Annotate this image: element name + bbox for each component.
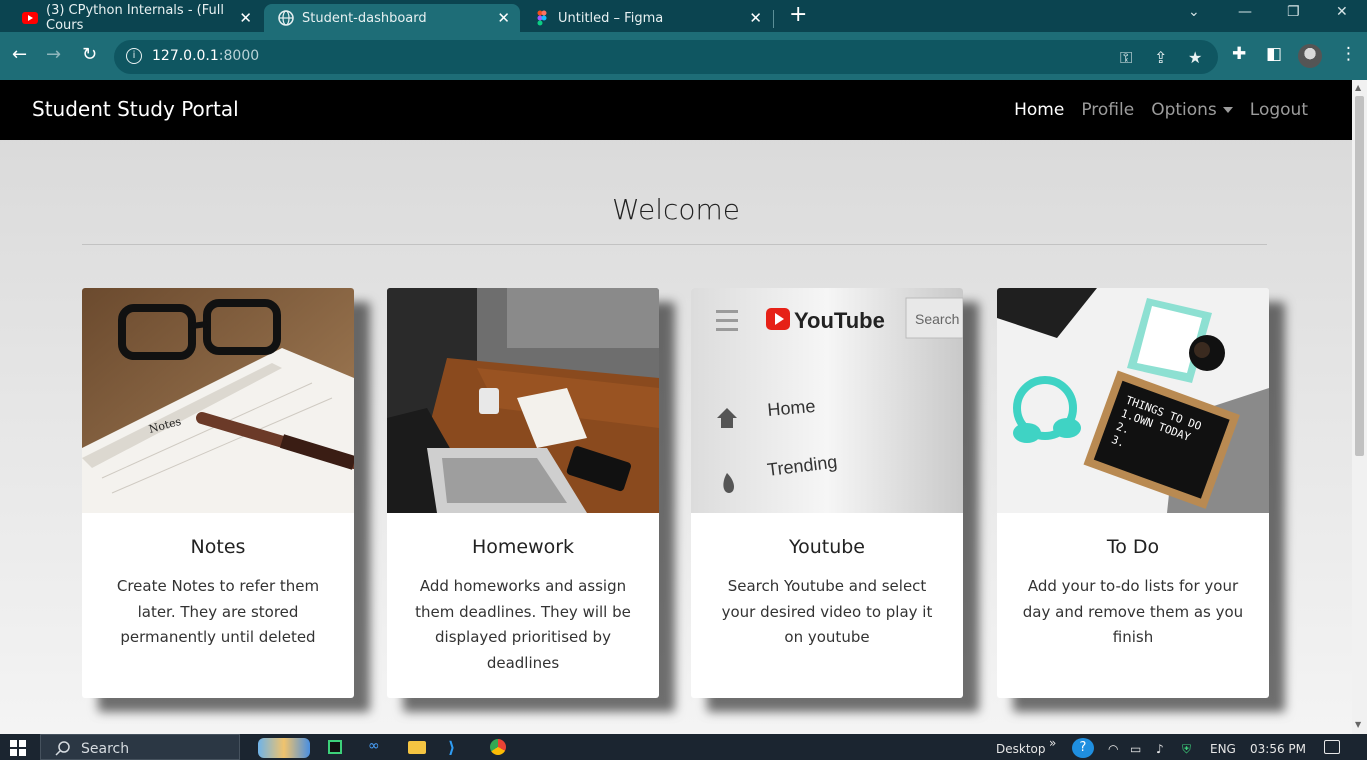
pycharm-icon[interactable] <box>328 740 342 754</box>
card-homework[interactable]: Homework Add homeworks and assign them d… <box>387 288 659 698</box>
caret-down-icon <box>1222 107 1233 113</box>
restore-icon[interactable]: ❐ <box>1287 4 1300 20</box>
address-bar[interactable]: i 127.0.0.1:8000 ⚿ ⇪ ★ <box>114 40 1218 74</box>
bookmark-star-icon[interactable]: ★ <box>1188 48 1202 67</box>
webpage: Student Study Portal Home Profile Option… <box>0 80 1352 734</box>
card-youtube[interactable]: YouTube Search Home Trending Youtube Sea… <box>691 288 963 698</box>
desktop-toolbar-label[interactable]: Desktop <box>996 742 1046 756</box>
close-tab-icon[interactable]: ✕ <box>497 9 510 27</box>
card-description: Add homeworks and assign them deadlines.… <box>415 577 631 672</box>
card-todo[interactable]: THINGS TO DO 1.OWN TODAY 2. 3. To Do Add… <box>997 288 1269 698</box>
tab-figma[interactable]: Untitled – Figma ✕ <box>522 4 772 32</box>
widgets-icon[interactable] <box>258 738 310 758</box>
profile-avatar[interactable] <box>1298 44 1322 68</box>
volume-icon[interactable]: ♪ <box>1156 742 1164 756</box>
key-icon[interactable]: ⚿ <box>1120 48 1132 68</box>
tab-title: (3) CPython Internals - (Full Cours <box>46 3 224 33</box>
youtube-logo-text: YouTube <box>794 308 885 333</box>
divider <box>82 244 1267 245</box>
site-navbar: Student Study Portal Home Profile Option… <box>0 80 1352 140</box>
youtube-image: YouTube Search Home Trending <box>691 288 963 513</box>
battery-icon[interactable]: ▭ <box>1130 742 1141 756</box>
card-notes[interactable]: Notes Notes Create Notes to refer them l… <box>82 288 354 698</box>
nav-home[interactable]: Home <box>1014 100 1064 120</box>
window-close-icon[interactable]: ✕ <box>1336 4 1348 20</box>
share-icon[interactable]: ⇪ <box>1154 48 1167 67</box>
nav-logout[interactable]: Logout <box>1250 100 1308 120</box>
reload-icon[interactable]: ↻ <box>82 44 97 66</box>
browser-toolbar: ← → ↻ i 127.0.0.1:8000 ⚿ ⇪ ★ ✚ ◧ ⋮ <box>0 32 1367 80</box>
scrollbar-thumb[interactable] <box>1355 96 1364 456</box>
page-title: Welcome <box>611 193 741 226</box>
chrome-icon[interactable] <box>490 739 506 755</box>
side-panel-icon[interactable]: ◧ <box>1266 44 1282 64</box>
url-text[interactable]: 127.0.0.1:8000 <box>152 48 259 64</box>
card-title: Youtube <box>789 536 865 558</box>
taskbar-search-label: Search <box>81 741 130 757</box>
tab-separator <box>773 10 774 28</box>
tab-title: Untitled – Figma <box>558 10 664 26</box>
youtube-icon <box>22 12 38 24</box>
extensions-icon[interactable]: ✚ <box>1232 44 1246 64</box>
new-tab-button[interactable]: + <box>789 4 807 26</box>
tab-student-dashboard[interactable]: Student-dashboard ✕ <box>264 4 520 32</box>
close-tab-icon[interactable]: ✕ <box>749 9 762 27</box>
brand-title[interactable]: Student Study Portal <box>32 97 239 121</box>
scroll-up-icon[interactable]: ▲ <box>1355 83 1361 92</box>
figma-icon <box>537 10 547 26</box>
tab-cpython[interactable]: (3) CPython Internals - (Full Cours ✕ <box>12 3 262 33</box>
youtube-home-text: Home <box>767 396 817 420</box>
page-scrollbar[interactable]: ▲ ▼ <box>1352 80 1367 734</box>
card-title: Notes <box>190 536 246 558</box>
tab-search-icon[interactable]: ⌄ <box>1188 4 1200 20</box>
youtube-search-text: Search <box>915 311 959 327</box>
security-shield-icon[interactable]: ⛨ <box>1182 742 1191 757</box>
scroll-down-icon[interactable]: ▼ <box>1355 720 1361 729</box>
nav-profile[interactable]: Profile <box>1081 100 1134 120</box>
globe-icon <box>278 10 294 26</box>
site-info-icon[interactable]: i <box>126 48 142 64</box>
close-tab-icon[interactable]: ✕ <box>239 9 252 27</box>
card-description: Search Youtube and select your desired v… <box>721 577 933 646</box>
tab-title: Student-dashboard <box>302 10 427 26</box>
card-title: To Do <box>1106 536 1160 558</box>
notifications-icon[interactable] <box>1324 740 1340 754</box>
nav-options-dropdown[interactable]: Options <box>1151 100 1233 120</box>
windows-start-icon[interactable] <box>10 740 26 756</box>
forward-icon[interactable]: → <box>46 44 61 66</box>
minimize-icon[interactable]: — <box>1238 4 1252 20</box>
vscode-icon[interactable]: ⟩ <box>448 738 455 757</box>
homework-image <box>387 288 659 513</box>
notes-image: Notes <box>82 288 354 513</box>
wifi-icon[interactable]: ◠ <box>1108 742 1118 756</box>
language-indicator[interactable]: ENG <box>1210 742 1236 756</box>
help-icon[interactable]: ? <box>1072 738 1094 758</box>
nav-links: Home Profile Options Logout <box>1014 100 1308 120</box>
tray-overflow-icon[interactable]: » <box>1049 736 1056 750</box>
menu-kebab-icon[interactable]: ⋮ <box>1340 44 1357 64</box>
back-icon[interactable]: ← <box>12 44 27 66</box>
infinity-app-icon[interactable]: ∞ <box>368 738 380 754</box>
windows-taskbar: Search ∞ ⟩ Desktop » ? ◠ ▭ ♪ ⛨ ENG 03:56… <box>0 734 1367 760</box>
taskbar-search-box[interactable]: Search <box>40 734 240 760</box>
todo-image: THINGS TO DO 1.OWN TODAY 2. 3. <box>997 288 1269 513</box>
browser-tab-strip: (3) CPython Internals - (Full Cours ✕ St… <box>0 0 1367 33</box>
card-title: Homework <box>471 536 575 558</box>
card-description: Add your to-do lists for your day and re… <box>1022 577 1244 646</box>
card-description: Create Notes to refer them later. They a… <box>116 577 320 646</box>
clock[interactable]: 03:56 PM <box>1250 742 1306 756</box>
file-explorer-icon[interactable] <box>408 741 426 754</box>
search-icon <box>55 741 70 756</box>
